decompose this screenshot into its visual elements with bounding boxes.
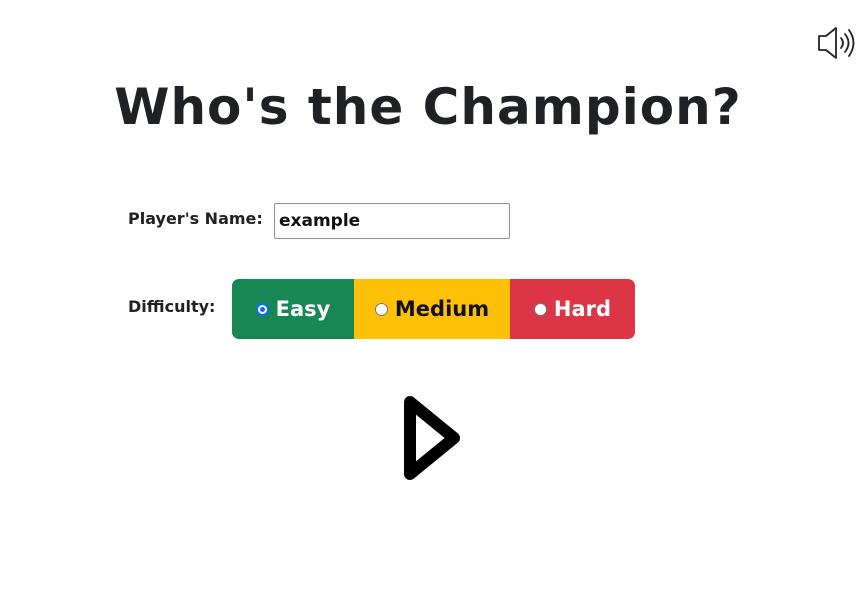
player-name-input[interactable] bbox=[274, 203, 510, 239]
medium-label: Medium bbox=[394, 297, 490, 321]
difficulty-label: Difficulty: bbox=[128, 297, 216, 316]
player-name-label: Player's Name: bbox=[128, 209, 263, 228]
easy-radio[interactable] bbox=[255, 302, 269, 316]
hard-label: Hard bbox=[553, 297, 612, 321]
sound-toggle-button[interactable] bbox=[816, 24, 858, 62]
page-title: Who's the Champion? bbox=[114, 78, 742, 136]
game-start-screen: Who's the Champion? Player's Name: Diffi… bbox=[0, 0, 861, 607]
speaker-volume-icon bbox=[818, 27, 855, 59]
easy-label: Easy bbox=[275, 297, 331, 321]
difficulty-option-medium[interactable]: Medium bbox=[354, 279, 510, 339]
difficulty-option-hard[interactable]: Hard bbox=[510, 279, 635, 339]
play-icon bbox=[404, 396, 460, 480]
hard-radio[interactable] bbox=[533, 302, 547, 316]
medium-radio[interactable] bbox=[374, 302, 388, 316]
difficulty-selector: Easy Medium Hard bbox=[232, 279, 635, 339]
difficulty-option-easy[interactable]: Easy bbox=[232, 279, 354, 339]
play-button[interactable] bbox=[398, 392, 468, 486]
